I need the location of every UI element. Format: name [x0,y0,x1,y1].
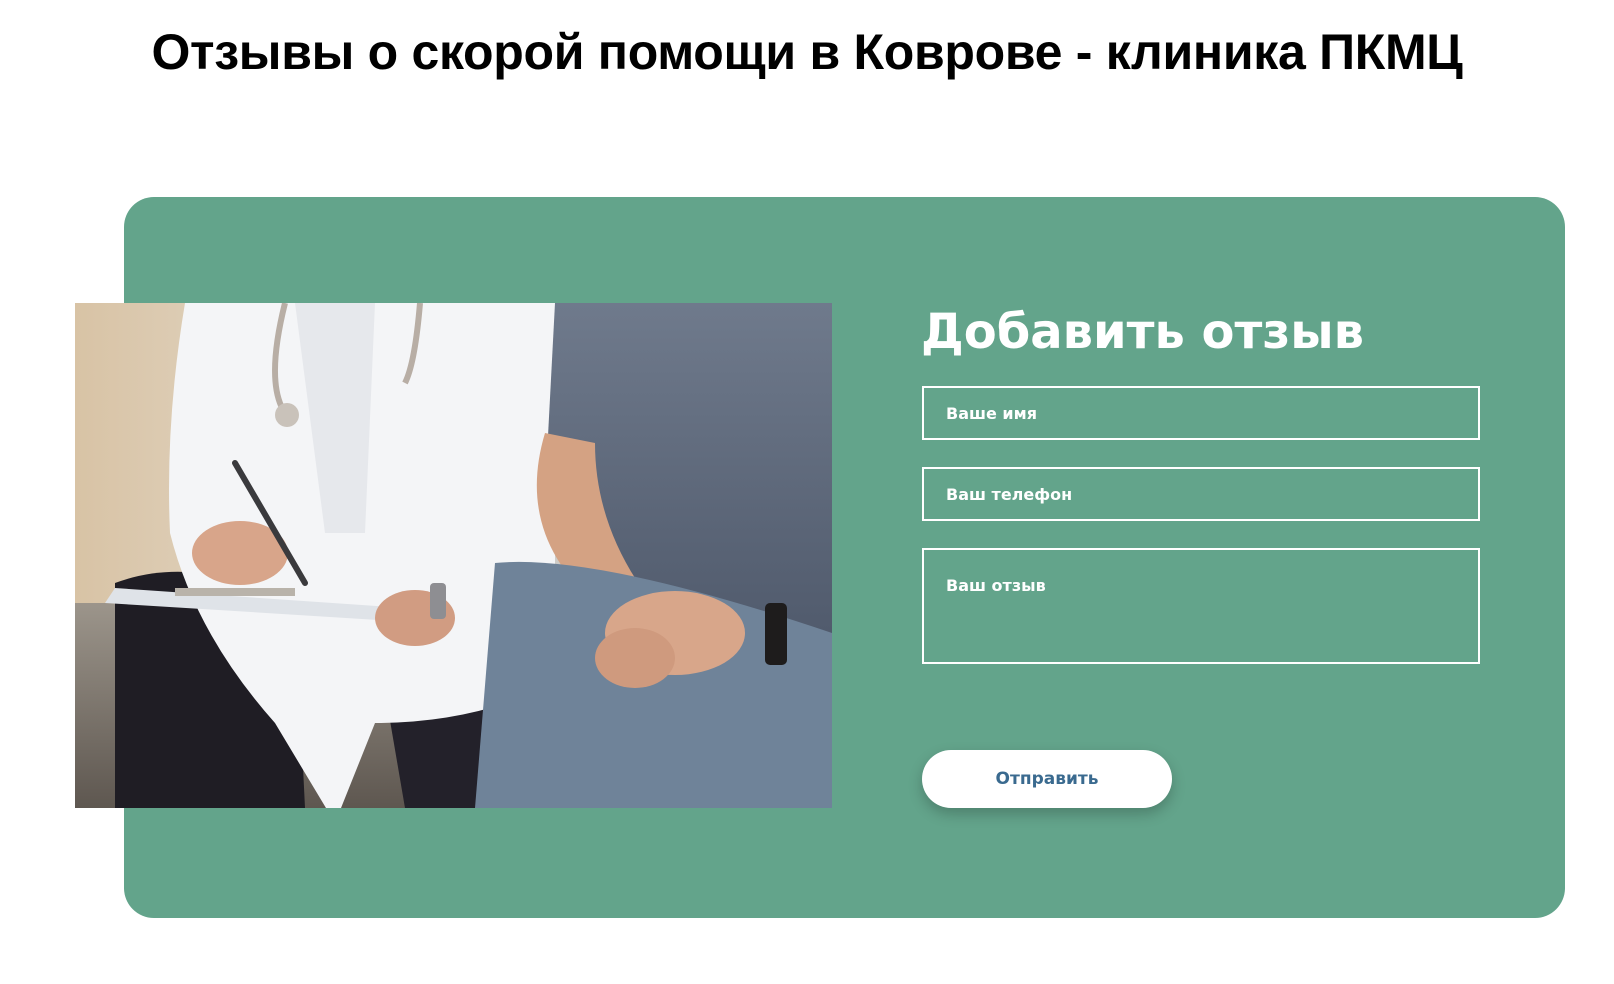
submit-button[interactable]: Отправить [922,750,1172,808]
name-input[interactable] [922,386,1480,440]
doctor-patient-photo [75,303,832,808]
phone-input[interactable] [922,467,1480,521]
form-title: Добавить отзыв [921,304,1364,360]
page: Отзывы о скорой помощи в Коврове - клини… [0,0,1614,984]
review-textarea[interactable] [922,548,1480,664]
page-title: Отзывы о скорой помощи в Коврове - клини… [151,24,1463,80]
